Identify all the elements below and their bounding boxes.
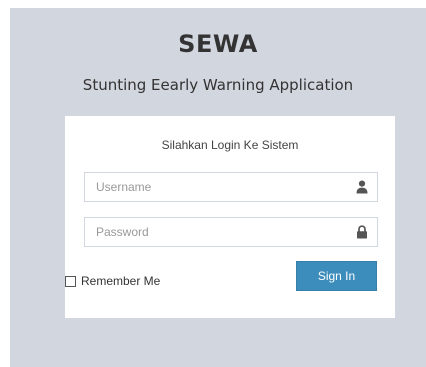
user-icon <box>356 180 368 194</box>
lock-icon <box>357 225 367 239</box>
sign-in-button[interactable]: Sign In <box>296 261 377 291</box>
login-box-message: Silahkan Login Ke Sistem <box>161 138 299 152</box>
username-input[interactable] <box>85 173 346 201</box>
login-box: Silahkan Login Ke Sistem Remember Me Sig… <box>65 116 395 318</box>
app-subtitle: Stunting Eearly Warning Application <box>82 76 354 94</box>
remember-me-checkbox[interactable] <box>65 275 76 287</box>
password-field <box>84 217 378 247</box>
remember-me-label: Remember Me <box>81 274 161 288</box>
app-title: SEWA <box>178 30 258 58</box>
password-input[interactable] <box>85 218 346 246</box>
remember-me[interactable]: Remember Me <box>65 273 160 289</box>
username-field <box>84 172 378 202</box>
